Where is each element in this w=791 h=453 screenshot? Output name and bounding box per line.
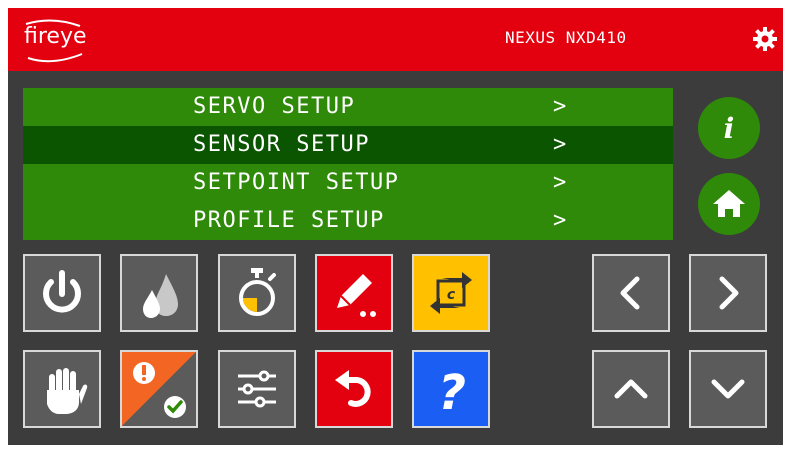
edit-button[interactable] bbox=[315, 254, 393, 332]
power-button[interactable] bbox=[23, 254, 101, 332]
menu-item-label: PROFILE SETUP bbox=[193, 208, 385, 233]
nav-up-button[interactable] bbox=[592, 350, 670, 428]
sliders-button[interactable] bbox=[218, 350, 296, 428]
help-button[interactable]: ? bbox=[412, 350, 490, 428]
chevron-right-indicator: > bbox=[553, 94, 567, 119]
menu-item-servo-setup[interactable]: SERVO SETUP > bbox=[23, 88, 673, 126]
alarm-status-button[interactable] bbox=[120, 350, 198, 428]
menu-item-setpoint-setup[interactable]: SETPOINT SETUP > bbox=[23, 164, 673, 202]
cycle-button[interactable]: c bbox=[412, 254, 490, 332]
alarm-status-icon bbox=[122, 352, 196, 426]
menu-item-label: SERVO SETUP bbox=[193, 94, 356, 119]
help-icon: ? bbox=[438, 365, 466, 421]
chevron-up-icon bbox=[614, 379, 648, 399]
home-icon bbox=[713, 190, 745, 217]
undo-icon bbox=[335, 370, 371, 407]
chevron-right-indicator: > bbox=[553, 132, 567, 157]
hand-stop-icon bbox=[47, 368, 88, 414]
chevron-right-indicator: > bbox=[553, 170, 567, 195]
chevron-left-icon bbox=[620, 276, 640, 310]
cycle-icon: c bbox=[430, 272, 472, 314]
hmi-screen: fireye NEXUS NXD410 SERVO SETUP > SENSOR… bbox=[8, 8, 783, 445]
fireye-logo: fireye bbox=[22, 18, 92, 64]
nav-right-button[interactable] bbox=[689, 254, 767, 332]
gear-icon[interactable] bbox=[752, 26, 778, 52]
undo-button[interactable] bbox=[315, 350, 393, 428]
info-button[interactable]: i bbox=[698, 97, 760, 159]
menu-item-label: SENSOR SETUP bbox=[193, 132, 370, 157]
hand-stop-button[interactable] bbox=[23, 350, 101, 428]
menu-item-label: SETPOINT SETUP bbox=[193, 170, 400, 195]
flame-button[interactable] bbox=[120, 254, 198, 332]
svg-text:i: i bbox=[724, 112, 735, 145]
setup-menu: SERVO SETUP > SENSOR SETUP > SETPOINT SE… bbox=[23, 88, 673, 240]
home-button[interactable] bbox=[698, 173, 760, 235]
flame-icon bbox=[143, 274, 178, 318]
svg-text:?: ? bbox=[438, 365, 466, 421]
device-model: NEXUS NXD410 bbox=[505, 28, 627, 47]
svg-text:c: c bbox=[447, 287, 456, 303]
nav-down-button[interactable] bbox=[689, 350, 767, 428]
menu-item-profile-setup[interactable]: PROFILE SETUP > bbox=[23, 202, 673, 240]
chevron-right-icon bbox=[719, 276, 739, 310]
timer-button[interactable] bbox=[218, 254, 296, 332]
chevron-down-icon bbox=[711, 379, 745, 399]
header-bar: fireye NEXUS NXD410 bbox=[8, 8, 783, 71]
sliders-icon bbox=[238, 370, 276, 408]
menu-item-sensor-setup[interactable]: SENSOR SETUP > bbox=[23, 126, 673, 164]
nav-left-button[interactable] bbox=[592, 254, 670, 332]
timer-icon bbox=[239, 268, 276, 316]
power-icon bbox=[43, 270, 81, 313]
edit-icon bbox=[337, 274, 376, 317]
chevron-right-indicator: > bbox=[553, 208, 567, 233]
info-icon: i bbox=[724, 112, 735, 145]
